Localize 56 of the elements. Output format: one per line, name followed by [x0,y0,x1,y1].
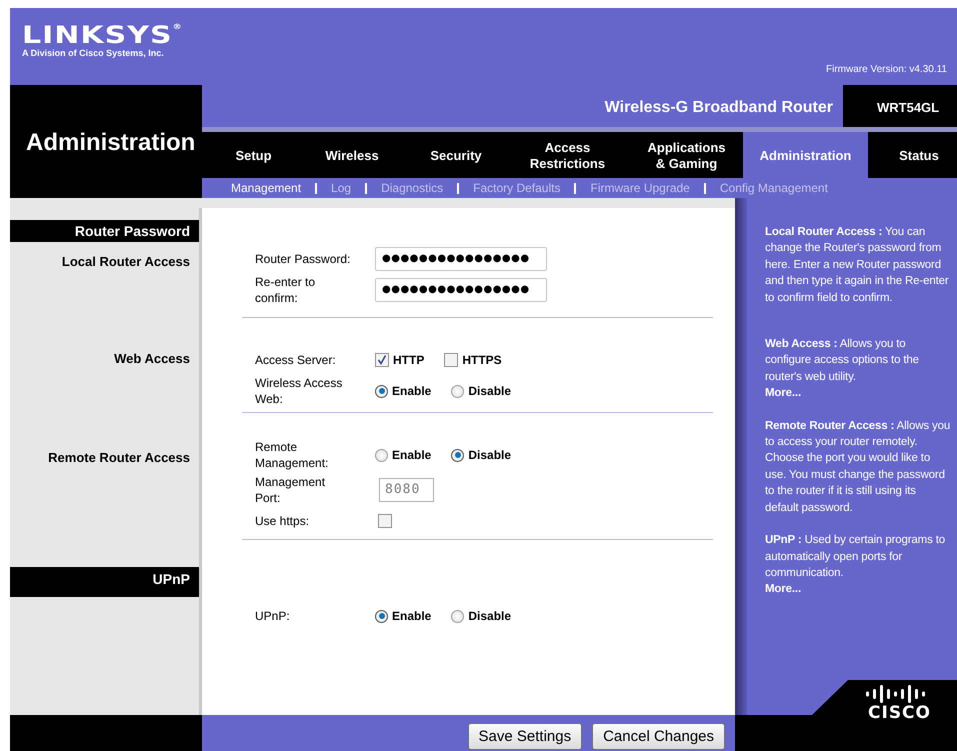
nav-tab[interactable]: Security [407,132,505,178]
logo-bars-icon [865,684,927,704]
nav-tab[interactable]: Setup [210,132,297,178]
field-label: Re-enter to confirm: [255,274,316,306]
checkbox[interactable] [378,514,392,528]
radio-label: Enable [392,609,432,623]
nav-tab[interactable]: Access Restrictions [505,132,630,178]
radio-label: Disable [468,384,512,398]
radio-label: Disable [468,609,512,623]
radio-button[interactable] [451,384,464,398]
logo-text: CISCO [868,704,931,722]
help-text: Local Router Access : You can change the Router's password from here. Enter a new Router password and then type it again in the Re-enter to confirm field to confirm. [765,225,950,306]
section-label: Remote Router Access [48,450,190,465]
checkbox[interactable] [375,353,389,367]
nav-tab[interactable]: Applications & Gaming [630,132,743,178]
nav-tab[interactable]: Wireless [297,132,407,178]
model-name: WRT54GL [843,85,957,127]
checkbox-label: HTTPS [462,353,502,367]
field-label: Wireless Access Web: [255,375,344,407]
field-label: Management Port: [255,474,326,506]
firmware-version: Firmware Version: v4.30.11 [826,64,947,75]
checkbox-label: HTTP [393,353,424,367]
radio-label: Disable [468,448,512,462]
nav-tab[interactable]: Administration [743,132,868,178]
radio-label: Enable [392,448,432,462]
product-name: Wireless-G Broadband Router [604,98,834,118]
radio-button[interactable] [451,610,464,622]
help-text: Remote Router Access : Allows you to access your router remotely. Choose the port you would like to use. You must change the password to the router if it is still using its default password. [765,418,951,516]
save-button[interactable]: Save Settings [468,723,582,750]
section-header: UPnP [10,567,199,597]
radio-button[interactable] [375,448,388,462]
page-title: Administration [25,128,196,157]
radio-label: Enable [392,384,432,398]
password-field[interactable]: ●●●●●●●●●●●●●●●● [375,247,547,271]
more-link[interactable]: More... [765,385,802,402]
checkbox[interactable] [444,353,458,367]
section-header: Router Password [10,220,199,242]
radio-button[interactable] [375,384,388,398]
field-label: Access Server: [255,352,337,368]
logo-text: LINKSYS$^{®}$ [22,24,183,48]
radio-button[interactable] [451,448,464,462]
section-label: Local Router Access [62,254,190,269]
password-field[interactable]: ●●●●●●●●●●●●●●●● [375,278,547,302]
section-label: Web Access [114,351,190,366]
cancel-button[interactable]: Cancel Changes [592,723,725,750]
more-link[interactable]: More... [765,581,802,598]
radio-button[interactable] [375,610,388,622]
subtab-link[interactable]: Management [231,181,312,195]
help-text: Web Access : Allows you to configure access options to the router's web utility. [765,337,920,385]
tagline: A Division of Cisco Systems, Inc. [22,48,165,58]
field-label: Router Password: [255,251,352,267]
nav-tab[interactable]: Status [868,132,957,178]
field-label: UPnP: [255,608,291,624]
field-label: Remote Management: [255,439,330,471]
field-label: Use https: [255,513,310,529]
help-text: UPnP : Used by certain programs to automatically open ports for communication. [765,533,946,581]
